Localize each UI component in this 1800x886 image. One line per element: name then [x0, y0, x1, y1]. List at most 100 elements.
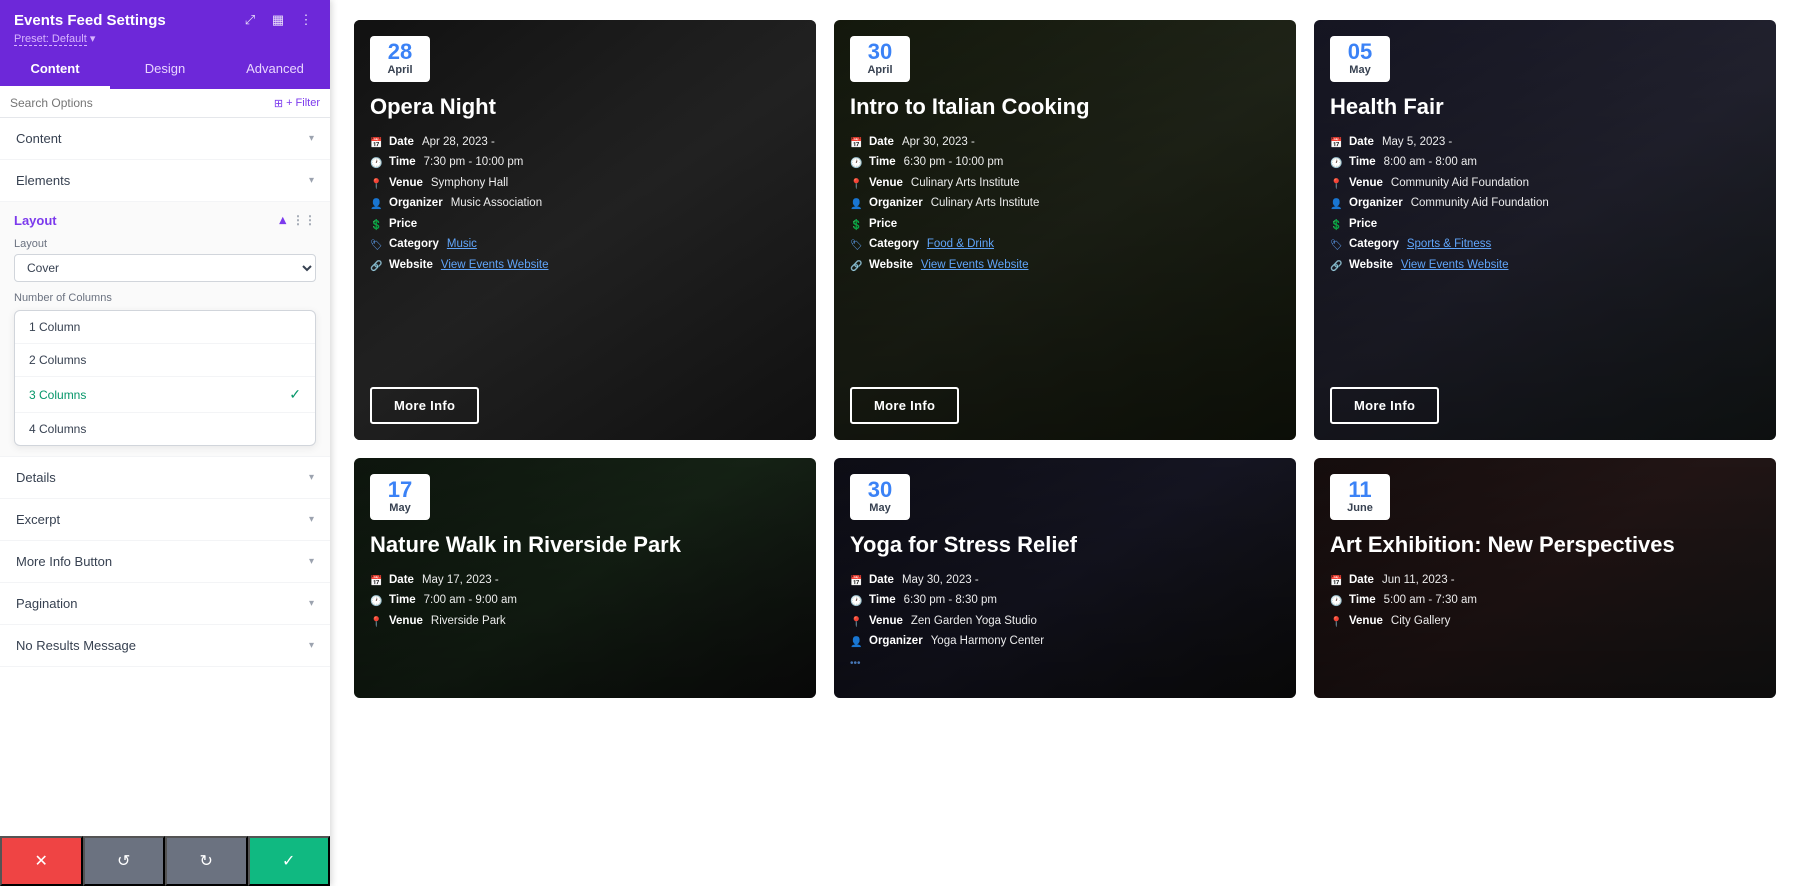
- redo-button[interactable]: ↻: [165, 836, 248, 886]
- events-grid: 28 April Opera Night 📅DateApr 28, 2023 -…: [354, 20, 1776, 698]
- layout-icon[interactable]: ▦: [268, 10, 288, 30]
- tab-advanced[interactable]: Advanced: [220, 51, 330, 89]
- event-card-yoga: 30 May Yoga for Stress Relief 📅DateMay 3…: [834, 458, 1296, 698]
- category-link-cooking[interactable]: Food & Drink: [927, 235, 994, 255]
- venue-icon: 📍: [850, 614, 864, 631]
- chevron-down-icon: ▾: [309, 598, 314, 609]
- right-content: 28 April Opera Night 📅DateApr 28, 2023 -…: [330, 0, 1800, 886]
- category-link-opera[interactable]: Music: [447, 235, 477, 255]
- preset-row[interactable]: Preset: Default ▾: [14, 32, 316, 45]
- reset-button[interactable]: ↺: [83, 836, 166, 886]
- website-icon: 🔗: [370, 258, 384, 275]
- section-layout: Layout ▴ ⋮⋮ Layout Cover List Grid Numbe…: [0, 202, 330, 457]
- date-icon: 📅: [370, 135, 384, 152]
- website-link-health[interactable]: View Events Website: [1401, 256, 1509, 276]
- venue-icon: 📍: [1330, 176, 1344, 193]
- price-icon: 💲: [1330, 217, 1344, 234]
- organizer-icon: 👤: [1330, 196, 1344, 213]
- panel-header: Events Feed Settings ⤢ ▦ ⋮ Preset: Defau…: [0, 0, 330, 51]
- columns-dropdown: 1 Column 2 Columns 3 Columns ✓ 4 Columns: [14, 310, 316, 446]
- date-icon: 📅: [850, 573, 864, 590]
- search-filter-row: ⊞ + Filter: [0, 89, 330, 118]
- cancel-button[interactable]: ✕: [0, 836, 83, 886]
- price-icon: 💲: [370, 217, 384, 234]
- website-icon: 🔗: [850, 258, 864, 275]
- bottom-bar: ✕ ↺ ↻ ✓: [0, 836, 330, 886]
- time-icon: 🕐: [850, 155, 864, 172]
- left-panel: Events Feed Settings ⤢ ▦ ⋮ Preset: Defau…: [0, 0, 330, 886]
- event-details-art: 📅DateJun 11, 2023 - 🕐Time5:00 am - 7:30 …: [1330, 571, 1760, 682]
- event-title-cooking: Intro to Italian Cooking: [850, 94, 1280, 120]
- price-icon: 💲: [850, 217, 864, 234]
- organizer-icon: 👤: [370, 196, 384, 213]
- event-title-health: Health Fair: [1330, 94, 1760, 120]
- resize-icon[interactable]: ⤢: [240, 10, 260, 30]
- search-input[interactable]: [10, 96, 268, 110]
- venue-icon: 📍: [1330, 614, 1344, 631]
- column-option-3[interactable]: 3 Columns ✓: [15, 377, 315, 413]
- date-badge-opera: 28 April: [370, 36, 430, 82]
- venue-icon: 📍: [850, 176, 864, 193]
- column-option-4[interactable]: 4 Columns: [15, 413, 315, 445]
- event-title-opera: Opera Night: [370, 94, 800, 120]
- chevron-down-icon: ▾: [309, 472, 314, 483]
- chevron-down-icon: ▾: [309, 556, 314, 567]
- date-badge-art: 11 June: [1330, 474, 1390, 520]
- date-icon: 📅: [850, 135, 864, 152]
- chevron-down-icon: ▾: [309, 640, 314, 651]
- event-card-health-fair: 05 May Health Fair 📅DateMay 5, 2023 - 🕐T…: [1314, 20, 1776, 440]
- section-no-results[interactable]: No Results Message ▾: [0, 625, 330, 667]
- panel-tabs: Content Design Advanced: [0, 51, 330, 89]
- section-content[interactable]: Content ▾: [0, 118, 330, 160]
- website-link-cooking[interactable]: View Events Website: [921, 256, 1029, 276]
- event-details-opera: 📅DateApr 28, 2023 - 🕐Time7:30 pm - 10:00…: [370, 133, 800, 373]
- event-title-yoga: Yoga for Stress Relief: [850, 532, 1280, 558]
- section-details[interactable]: Details ▾: [0, 457, 330, 499]
- chevron-down-icon: ▾: [309, 514, 314, 525]
- layout-section-title: Layout: [14, 213, 57, 228]
- columns-label: Number of Columns: [14, 292, 316, 304]
- more-info-button-health[interactable]: More Info: [1330, 387, 1439, 424]
- venue-icon: 📍: [370, 176, 384, 193]
- tab-content[interactable]: Content: [0, 51, 110, 89]
- time-icon: 🕐: [1330, 155, 1344, 172]
- section-excerpt[interactable]: Excerpt ▾: [0, 499, 330, 541]
- chevron-down-icon: ▾: [309, 133, 314, 144]
- category-icon: 🏷: [1330, 237, 1344, 254]
- more-icon[interactable]: ⋮: [296, 10, 316, 30]
- filter-icon: ⊞: [274, 97, 283, 110]
- website-link-opera[interactable]: View Events Website: [441, 256, 549, 276]
- event-details-nature: 📅DateMay 17, 2023 - 🕐Time7:00 am - 9:00 …: [370, 571, 800, 682]
- section-more-info[interactable]: More Info Button ▾: [0, 541, 330, 583]
- category-link-health[interactable]: Sports & Fitness: [1407, 235, 1491, 255]
- venue-icon: 📍: [370, 614, 384, 631]
- time-icon: 🕐: [370, 155, 384, 172]
- panel-title: Events Feed Settings: [14, 12, 166, 29]
- chevron-up-icon: ▴: [279, 212, 286, 228]
- layout-select[interactable]: Cover List Grid: [14, 254, 316, 282]
- date-icon: 📅: [1330, 135, 1344, 152]
- chevron-down-icon: ▾: [309, 175, 314, 186]
- panel-sections: Content ▾ Elements ▾ Layout ▴ ⋮⋮ Layout …: [0, 118, 330, 886]
- more-info-button-cooking[interactable]: More Info: [850, 387, 959, 424]
- filter-button[interactable]: ⊞ + Filter: [274, 97, 320, 110]
- event-card-italian-cooking: 30 April Intro to Italian Cooking 📅DateA…: [834, 20, 1296, 440]
- category-icon: 🏷: [370, 237, 384, 254]
- more-info-button-opera[interactable]: More Info: [370, 387, 479, 424]
- event-details-health: 📅DateMay 5, 2023 - 🕐Time8:00 am - 8:00 a…: [1330, 133, 1760, 373]
- time-icon: 🕐: [1330, 593, 1344, 610]
- tab-design[interactable]: Design: [110, 51, 220, 89]
- event-card-nature-walk: 17 May Nature Walk in Riverside Park 📅Da…: [354, 458, 816, 698]
- column-option-1[interactable]: 1 Column: [15, 311, 315, 344]
- save-button[interactable]: ✓: [248, 836, 331, 886]
- time-icon: 🕐: [370, 593, 384, 610]
- event-title-nature: Nature Walk in Riverside Park: [370, 532, 800, 558]
- section-elements[interactable]: Elements ▾: [0, 160, 330, 202]
- column-option-2[interactable]: 2 Columns: [15, 344, 315, 377]
- section-pagination[interactable]: Pagination ▾: [0, 583, 330, 625]
- drag-handle-icon[interactable]: ⋮⋮: [292, 213, 316, 227]
- date-badge-cooking: 30 April: [850, 36, 910, 82]
- event-title-art: Art Exhibition: New Perspectives: [1330, 532, 1760, 558]
- event-details-cooking: 📅DateApr 30, 2023 - 🕐Time6:30 pm - 10:00…: [850, 133, 1280, 373]
- date-badge-nature: 17 May: [370, 474, 430, 520]
